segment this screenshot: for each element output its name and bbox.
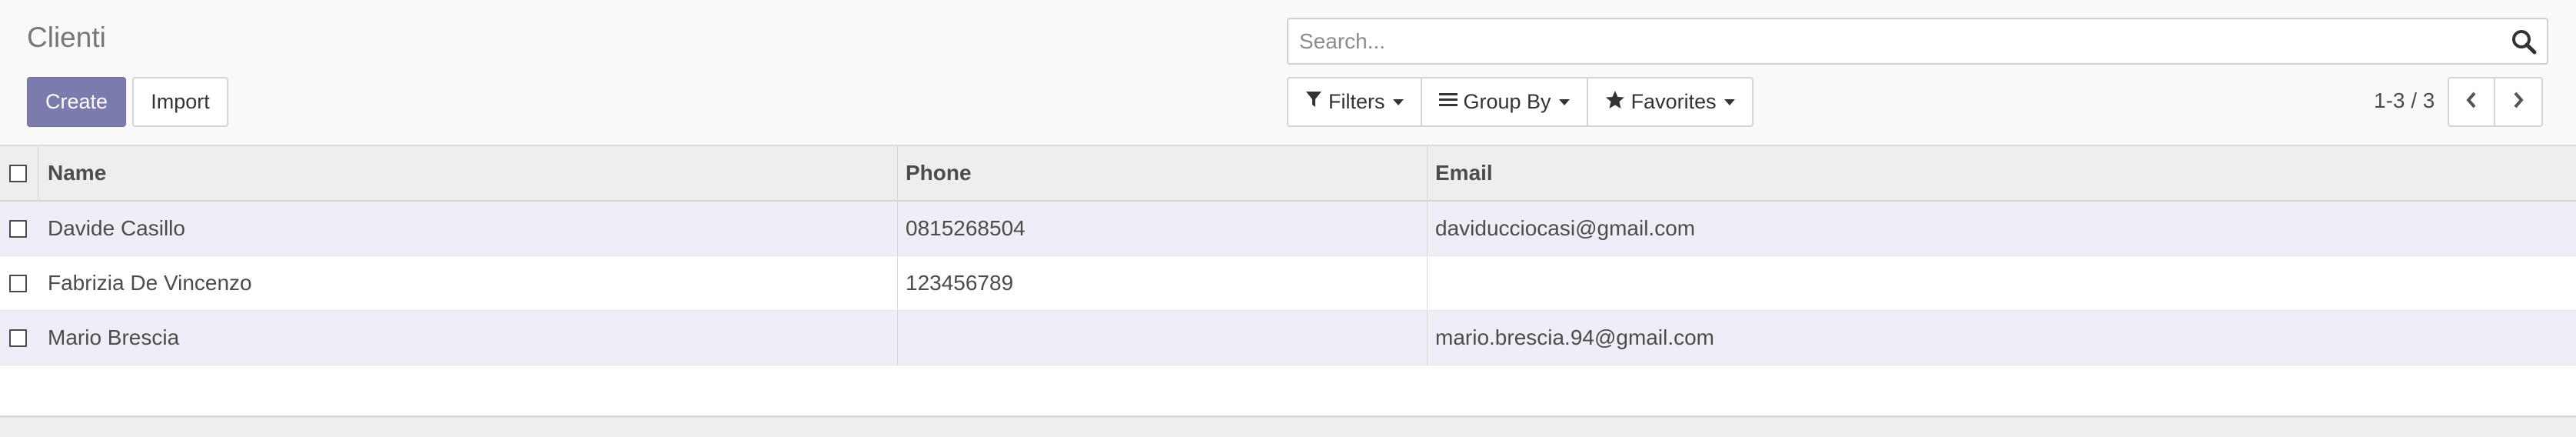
search-input[interactable] — [1288, 18, 2501, 64]
search-options: Filters Group By Favorites — [1287, 77, 1753, 127]
chevron-right-icon — [2512, 91, 2524, 113]
select-all-cell — [9, 146, 27, 200]
page-title: Clienti — [27, 22, 106, 53]
row-checkbox[interactable] — [9, 329, 27, 347]
column-header-email[interactable]: Email — [1435, 146, 1493, 200]
star-icon — [1605, 90, 1625, 115]
column-divider — [897, 146, 898, 200]
table-row[interactable]: Mario Brescia mario.brescia.94@gmail.com — [0, 311, 2576, 365]
cell-phone: 123456789 — [906, 271, 1014, 295]
row-select-cell — [9, 256, 27, 310]
row-checkbox[interactable] — [9, 219, 27, 238]
cell-name: Davide Casillo — [48, 216, 185, 240]
table-header: Name Phone Email — [0, 145, 2576, 202]
filters-label: Filters — [1328, 90, 1385, 113]
chevron-down-icon — [1558, 98, 1570, 105]
pager-next-button[interactable] — [2495, 77, 2543, 127]
pager-previous-button[interactable] — [2448, 77, 2495, 127]
favorites-label: Favorites — [1630, 90, 1717, 113]
column-header-phone[interactable]: Phone — [906, 146, 972, 200]
import-button[interactable]: Import — [132, 77, 228, 127]
column-divider — [1427, 256, 1428, 310]
cell-name: Mario Brescia — [48, 325, 180, 349]
table-row[interactable]: Davide Casillo 0815268504 daviducciocasi… — [0, 202, 2576, 256]
search-icon[interactable] — [2501, 19, 2547, 63]
column-divider — [897, 256, 898, 310]
chevron-down-icon — [1392, 98, 1404, 105]
filters-button[interactable]: Filters — [1288, 78, 1422, 125]
cell-phone: 0815268504 — [906, 216, 1025, 240]
table-row[interactable]: Fabrizia De Vincenzo 123456789 — [0, 256, 2576, 311]
list-icon — [1438, 90, 1458, 114]
search-box — [1287, 18, 2548, 65]
column-divider — [1427, 146, 1428, 200]
cell-name: Fabrizia De Vincenzo — [48, 271, 252, 295]
chevron-down-icon — [1723, 98, 1735, 105]
column-divider — [1427, 311, 1428, 365]
create-button[interactable]: Create — [27, 77, 126, 127]
group-by-button[interactable]: Group By — [1422, 78, 1588, 125]
filter-icon — [1305, 90, 1322, 114]
column-divider — [897, 202, 898, 255]
select-all-checkbox[interactable] — [9, 164, 27, 182]
chevron-left-icon — [2465, 91, 2478, 113]
column-header-name[interactable]: Name — [48, 146, 106, 200]
row-select-cell — [9, 202, 27, 255]
favorites-button[interactable]: Favorites — [1588, 78, 1752, 125]
cell-email: mario.brescia.94@gmail.com — [1435, 325, 1714, 349]
cell-email: daviducciocasi@gmail.com — [1435, 216, 1696, 240]
control-panel: Clienti Create Import Filters Group By — [0, 0, 2576, 145]
row-select-cell — [9, 311, 27, 365]
column-divider — [1427, 202, 1428, 255]
records-table: Name Phone Email Davide Casillo 08152685… — [0, 145, 2576, 365]
column-divider — [897, 311, 898, 365]
table-footer — [0, 415, 2576, 437]
group-by-label: Group By — [1463, 90, 1551, 113]
pager-value[interactable]: 1-3 / 3 — [2374, 88, 2435, 113]
row-checkbox[interactable] — [9, 274, 27, 292]
